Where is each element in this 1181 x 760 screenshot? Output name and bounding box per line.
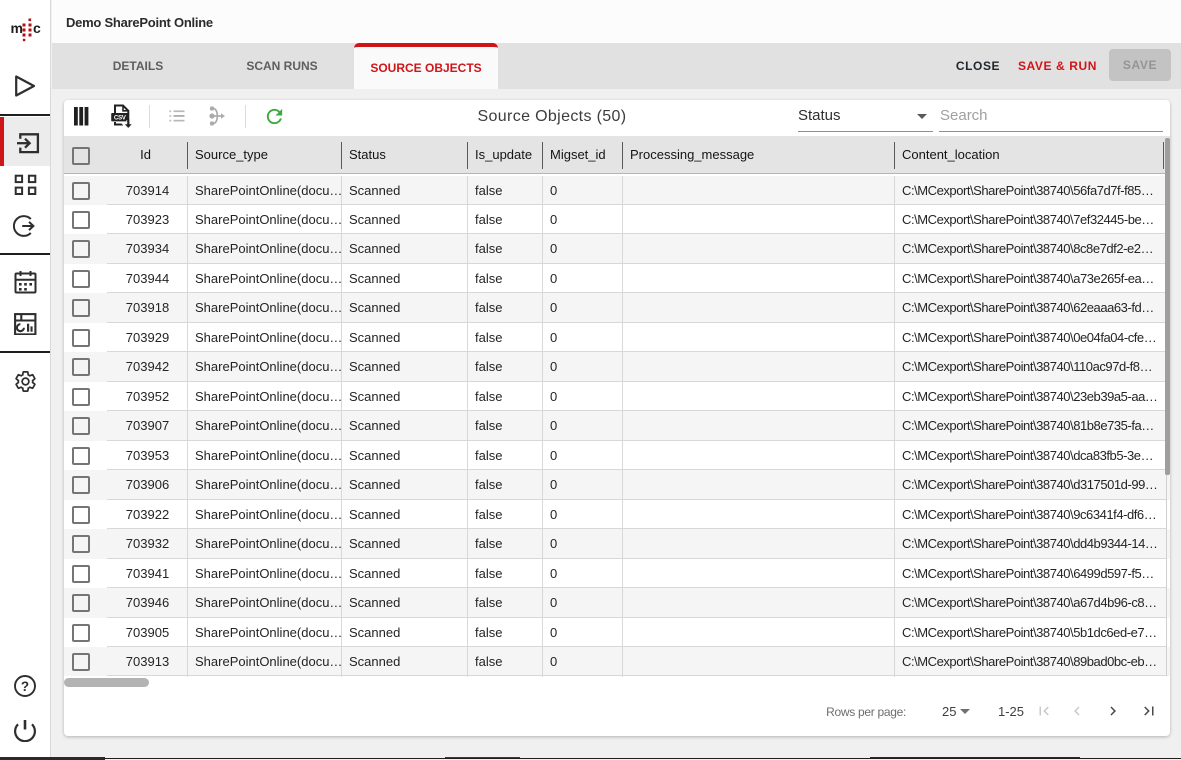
svg-text:?: ? bbox=[21, 679, 29, 694]
svg-text:CSV: CSV bbox=[114, 114, 127, 121]
